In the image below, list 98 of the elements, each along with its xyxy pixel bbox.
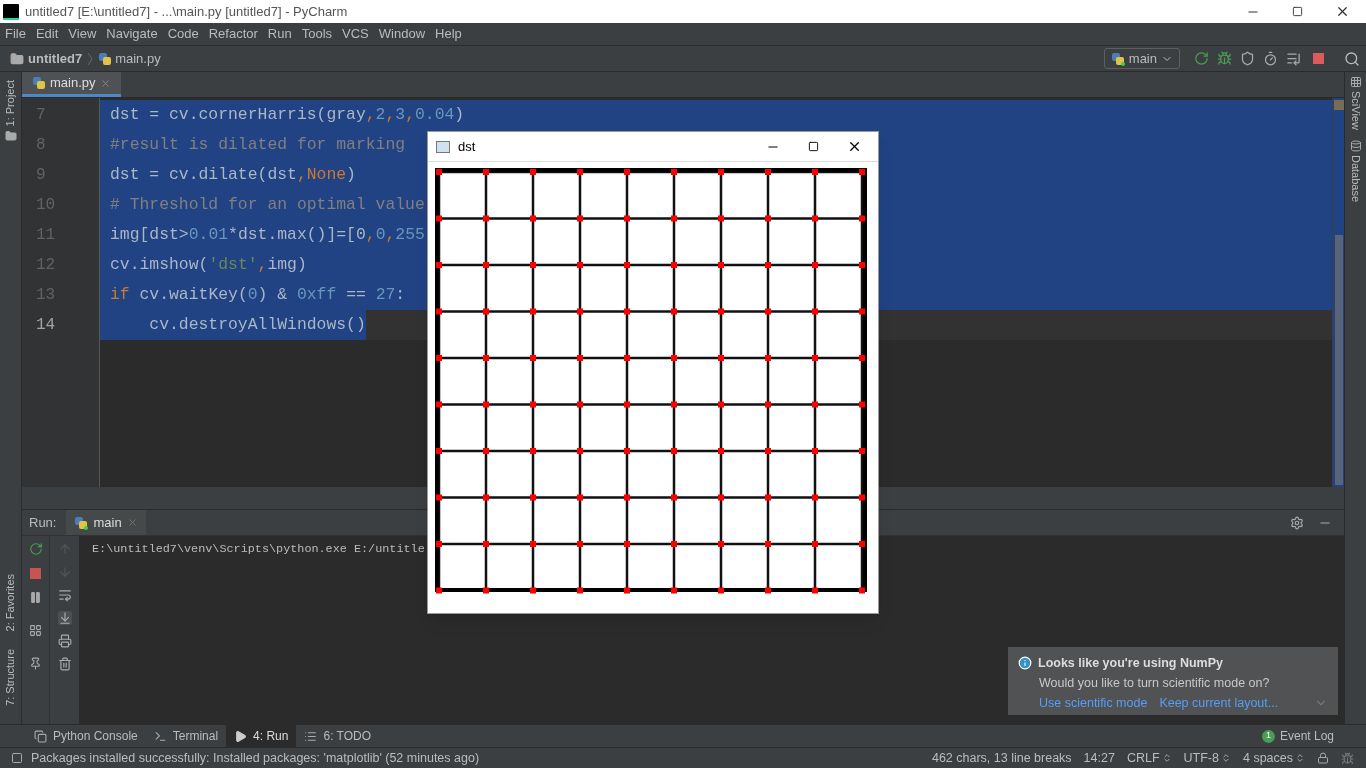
tab-label: Terminal [172, 728, 219, 745]
status-message: Packages installed successfully: Installed packages: 'matplotlib' (52 minutes ago) [31, 749, 480, 767]
profile-icon[interactable] [1263, 51, 1278, 66]
rerun-icon[interactable] [28, 542, 43, 556]
info-icon [1018, 656, 1032, 671]
settings-icon[interactable] [1290, 515, 1304, 530]
code-line: cv.imshow('dst',img) [109, 253, 307, 276]
notification-title: Looks like you're using NumPy [1038, 655, 1223, 672]
menu-item[interactable]: File [5, 24, 26, 44]
warning-marker-icon [1333, 100, 1344, 110]
scroll-to-end-icon[interactable] [57, 611, 72, 625]
database-icon [1349, 139, 1362, 152]
pin-icon[interactable] [29, 657, 42, 670]
code-line: img[dst>0.01*dst.max()]=[0,0,255 [109, 223, 425, 246]
menu-item[interactable]: Code [167, 24, 199, 44]
chevron-separator-icon [87, 51, 94, 66]
menu-item[interactable]: Window [378, 24, 426, 44]
tab-label: Python Console [53, 728, 138, 745]
pause-icon[interactable] [29, 591, 42, 604]
menu-item[interactable]: Refactor [208, 24, 258, 44]
tool-window-tab[interactable]: 2: Favorites [2, 573, 19, 632]
close-icon[interactable] [847, 139, 862, 154]
tool-window-tab[interactable]: 4: Run [226, 725, 297, 747]
python-file-icon [98, 51, 113, 66]
coverage-icon[interactable] [1240, 51, 1255, 66]
python-file-icon [74, 515, 89, 530]
updown-icon [1295, 753, 1305, 763]
tool-window-tab[interactable]: 7: Structure [2, 649, 19, 706]
run-tab[interactable]: main [66, 510, 146, 535]
trash-icon[interactable] [57, 657, 72, 671]
breadcrumb-item[interactable]: untitled7 [28, 48, 83, 69]
menu-item[interactable]: Help [435, 24, 462, 44]
tab-label: main.py [50, 74, 96, 93]
search-icon[interactable] [1344, 50, 1360, 67]
window-title: untitled7 [E:\untitled7] - ...\main.py [untitled7] - PyCharm [25, 2, 348, 21]
editor-tab[interactable]: main.py [22, 72, 121, 97]
maximize-icon[interactable] [1292, 6, 1303, 17]
python-console-icon [34, 729, 47, 743]
code-line: #result is dilated for marking [109, 133, 406, 156]
status-item[interactable]: UTF-8 [1183, 748, 1231, 768]
status-item[interactable]: 14:27 [1083, 748, 1115, 768]
count-badge: 1 [1261, 729, 1275, 743]
notification-text: Would you like to turn scientific mode on? [1038, 674, 1271, 692]
menu-item[interactable]: Run [267, 24, 292, 44]
run-icon [234, 729, 248, 743]
folder-icon [4, 130, 17, 143]
tool-window-toggle-icon[interactable] [11, 752, 23, 764]
menu-item[interactable]: VCS [342, 24, 369, 44]
lock-icon[interactable] [1317, 752, 1329, 764]
print-icon[interactable] [57, 634, 72, 648]
debug-icon[interactable] [1217, 51, 1232, 66]
tool-window-tab[interactable]: Database [1347, 154, 1364, 203]
terminal-icon [153, 729, 167, 743]
concurrency-icon[interactable] [1286, 51, 1301, 66]
tab-label: 6: TODO [323, 728, 372, 745]
tool-window-tab[interactable]: 1: Project [2, 80, 19, 127]
window-icon [436, 140, 450, 153]
run-panel-label: Run: [28, 513, 58, 532]
notification-link[interactable]: Keep current layout... [1159, 693, 1279, 713]
tool-window-tab[interactable]: Terminal [145, 725, 227, 747]
window-title: dst [458, 137, 476, 156]
event-log-button[interactable]: 1 Event Log [1261, 727, 1334, 745]
menu-item[interactable]: Edit [35, 24, 59, 44]
run-configuration-dropdown[interactable]: main [1103, 48, 1180, 69]
tab-label: main [93, 513, 122, 532]
notification-link[interactable]: Use scientific mode [1039, 693, 1148, 713]
tool-window-tab[interactable]: SciView [1347, 91, 1364, 130]
grid-icon [1349, 76, 1362, 88]
status-item[interactable]: 4 spaces [1242, 748, 1305, 768]
updown-icon [1161, 753, 1172, 763]
python-file-icon [1110, 51, 1125, 66]
maximize-icon[interactable] [808, 141, 819, 152]
updown-icon [1220, 753, 1231, 763]
code-line: dst = cv.dilate(dst,None) [109, 163, 356, 186]
tab-label: 4: Run [253, 728, 289, 745]
breadcrumb-item[interactable]: main.py [115, 48, 161, 69]
soft-wrap-icon[interactable] [57, 588, 72, 602]
layout-icon[interactable] [29, 624, 42, 637]
scrollbar[interactable] [1332, 98, 1344, 487]
code-line: dst = cv.cornerHarris(gray,2,3,0.04) [109, 103, 465, 126]
list-icon [304, 729, 318, 743]
status-item[interactable]: 462 chars, 13 line breaks [931, 748, 1072, 768]
line-number: 14 [36, 315, 56, 336]
app-logo-icon [3, 3, 19, 20]
rerun-icon[interactable] [1194, 51, 1209, 66]
python-file-icon [32, 76, 46, 90]
close-icon[interactable] [1335, 4, 1350, 19]
code-line: if cv.waitKey(0) & 0xff == 27: [109, 283, 406, 306]
menu-item[interactable]: Tools [301, 24, 333, 44]
console-line: E:\untitled7\venv\Scripts\python.exe E:/untitle [92, 541, 426, 558]
folder-icon [10, 51, 24, 66]
tool-window-tab[interactable]: 6: TODO [296, 725, 380, 747]
tool-window-tab[interactable]: Python Console [26, 725, 146, 747]
menu-item[interactable]: View [68, 24, 97, 44]
inspector-icon[interactable] [1341, 751, 1354, 765]
status-item[interactable]: CRLF [1126, 748, 1172, 768]
menu-item[interactable]: Navigate [106, 24, 158, 44]
code-line: # Threshold for an optimal value [109, 193, 425, 216]
